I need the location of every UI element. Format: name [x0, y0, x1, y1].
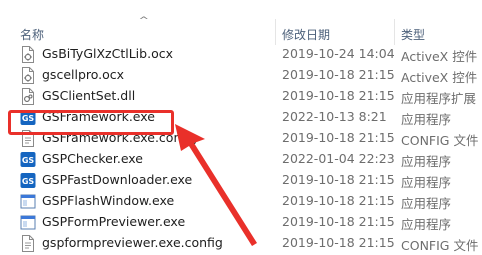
column-header-type[interactable]: 类型	[401, 26, 425, 43]
svg-text:GS: GS	[22, 177, 35, 186]
config-file-icon	[20, 235, 36, 252]
file-row[interactable]: GS GSPChecker.exe 2022-01-04 22:23 应用程序	[0, 149, 482, 170]
file-name: gspformpreviewer.exe.config	[42, 235, 223, 250]
file-name: GSFramework.exe	[42, 109, 155, 124]
file-name: GSPFormPreviewer.exe	[42, 214, 186, 229]
gs-app-icon: GS	[20, 172, 36, 189]
file-name: GsBiTyGlXzCtlLib.ocx	[42, 46, 173, 61]
file-name: GSPFastDownloader.exe	[42, 172, 193, 187]
file-modified-date: 2019-10-18 21:15	[282, 214, 395, 229]
file-modified-date: 2019-10-18 21:15	[282, 193, 395, 208]
file-name: GSFramework.exe.config	[42, 130, 198, 145]
file-name: GSPChecker.exe	[42, 151, 143, 166]
file-row[interactable]: GS GSFramework.exe 2022-10-13 8:21 应用程序	[0, 107, 482, 128]
svg-text:GS: GS	[22, 156, 35, 165]
file-type: 应用程序	[401, 112, 452, 127]
file-type: CONFIG 文件	[401, 238, 479, 253]
file-type: CONFIG 文件	[401, 133, 479, 148]
file-type: 应用程序	[401, 196, 452, 211]
ocx-file-icon	[20, 67, 36, 84]
gs-app-icon: GS	[20, 109, 36, 126]
file-list: GsBiTyGlXzCtlLib.ocx 2019-10-24 14:04 Acti…	[0, 44, 482, 254]
file-type: ActiveX 控件	[401, 70, 478, 85]
file-row[interactable]: GsBiTyGlXzCtlLib.ocx 2019-10-24 14:04 Acti…	[0, 44, 482, 65]
file-type: 应用程序	[401, 154, 452, 169]
file-row[interactable]: gscellpro.ocx 2019-10-18 21:15 ActiveX 控件	[0, 65, 482, 86]
column-header-name[interactable]: 名称	[20, 26, 44, 43]
column-divider[interactable]	[394, 19, 395, 45]
file-type: ActiveX 控件	[401, 49, 478, 64]
file-modified-date: 2019-10-24 14:04	[282, 46, 395, 61]
window-app-icon	[20, 193, 36, 210]
config-file-icon	[20, 130, 36, 147]
file-row[interactable]: GSPFlashWindow.exe 2019-10-18 21:15 应用程序	[0, 191, 482, 212]
ocx-file-icon	[20, 46, 36, 63]
column-header-bar: ^ 名称 修改日期 类型	[0, 0, 482, 45]
file-modified-date: 2019-10-18 21:15	[282, 235, 395, 250]
file-row[interactable]: GS GSPFastDownloader.exe 2019-10-18 21:15 应…	[0, 170, 482, 191]
file-modified-date: 2019-10-18 21:15	[282, 67, 395, 82]
file-modified-date: 2019-10-18 21:15	[282, 130, 395, 145]
file-modified-date: 2022-01-04 22:23	[282, 151, 395, 166]
column-header-modified[interactable]: 修改日期	[282, 26, 330, 43]
column-divider[interactable]	[275, 19, 276, 45]
file-name: gscellpro.ocx	[42, 67, 125, 82]
file-type: 应用程序扩展	[401, 91, 477, 106]
file-type: 应用程序	[401, 175, 452, 190]
file-row[interactable]: gspformpreviewer.exe.config 2019-10-18 21…	[0, 233, 482, 254]
file-row[interactable]: GSFramework.exe.config 2019-10-18 21:15 CO…	[0, 128, 482, 149]
gs-app-icon: GS	[20, 151, 36, 168]
file-name: GSClientSet.dll	[42, 88, 136, 103]
sort-ascending-icon[interactable]: ^	[138, 16, 149, 26]
file-modified-date: 2022-10-13 8:21	[282, 109, 387, 124]
file-row[interactable]: GSPFormPreviewer.exe 2019-10-18 21:15 应用程序	[0, 212, 482, 233]
file-name: GSPFlashWindow.exe	[42, 193, 175, 208]
file-row[interactable]: GSClientSet.dll 2019-10-18 21:15 应用程序扩展	[0, 86, 482, 107]
dll-file-icon	[20, 88, 36, 105]
window-app-icon	[20, 214, 36, 231]
file-modified-date: 2019-10-18 21:15	[282, 88, 395, 103]
file-type: 应用程序	[401, 217, 452, 232]
svg-text:GS: GS	[22, 114, 35, 123]
file-modified-date: 2019-10-18 21:15	[282, 172, 395, 187]
